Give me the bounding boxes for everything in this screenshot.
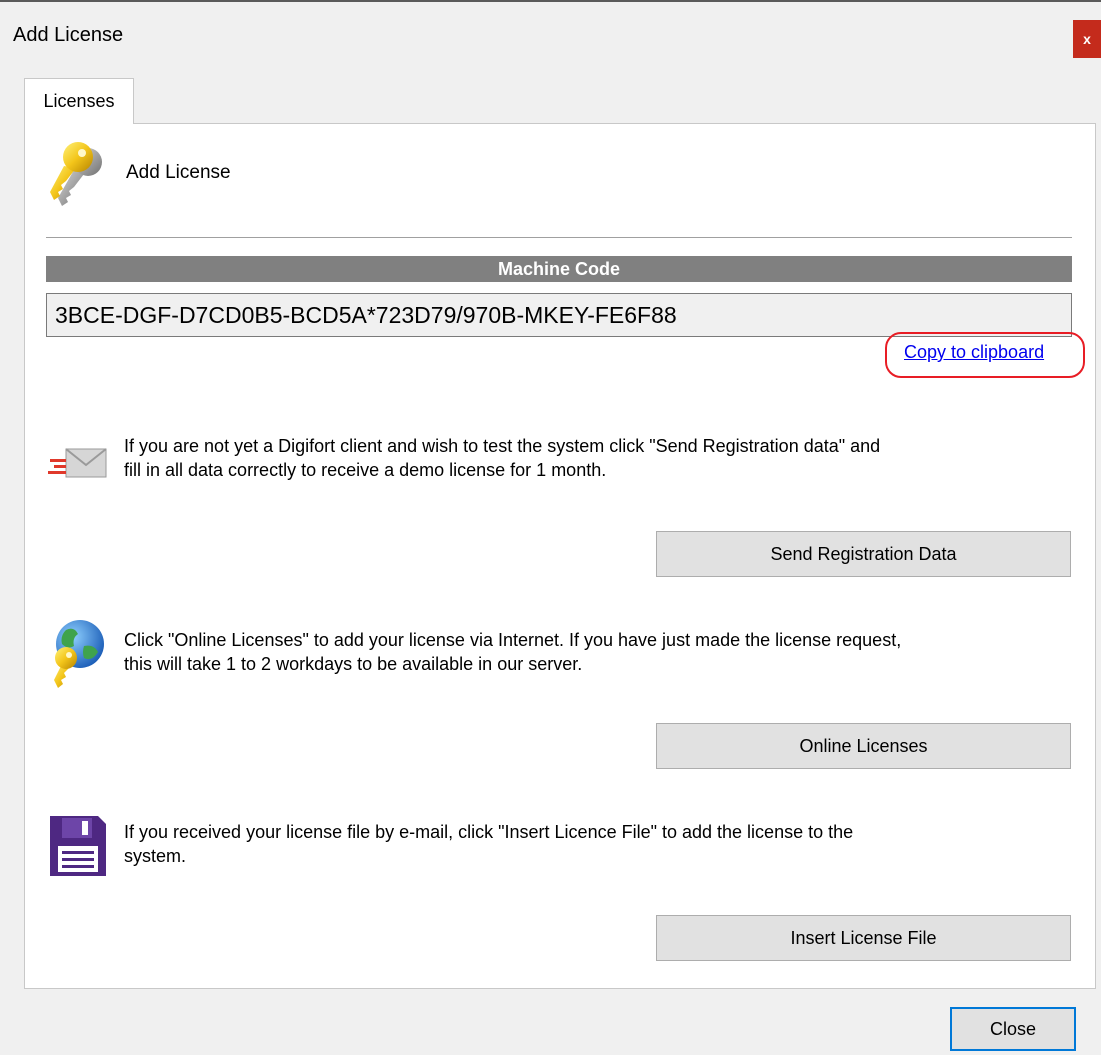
divider bbox=[46, 237, 1072, 238]
insert-license-file-button[interactable]: Insert License File bbox=[656, 915, 1071, 961]
online-licenses-button[interactable]: Online Licenses bbox=[656, 723, 1071, 769]
registration-text: If you are not yet a Digifort client and… bbox=[124, 434, 1064, 482]
file-text-line-2: system. bbox=[124, 846, 187, 866]
online-text: Click "Online Licenses" to add your lice… bbox=[124, 628, 1064, 676]
registration-text-line-1: If you are not yet a Digifort client and… bbox=[124, 436, 881, 456]
registration-text-line-2: fill in all data correctly to receive a … bbox=[124, 460, 607, 480]
header-label: Add License bbox=[126, 162, 231, 183]
tab-licenses[interactable]: Licenses bbox=[24, 78, 134, 124]
window-title: Add License bbox=[13, 24, 124, 46]
title-close-button[interactable]: x bbox=[1073, 20, 1101, 58]
add-license-dialog: Add License x Licenses Add License Machi… bbox=[0, 0, 1101, 1055]
copy-to-clipboard-link[interactable]: Copy to clipboard bbox=[904, 342, 1044, 363]
machine-code-header: Machine Code bbox=[46, 256, 1072, 282]
globe-key-icon bbox=[44, 616, 108, 690]
machine-code-field[interactable]: 3BCE-DGF-D7CD0B5-BCD5A*723D79/970B-MKEY-… bbox=[46, 293, 1072, 337]
online-text-line-2: this will take 1 to 2 workdays to be ava… bbox=[124, 654, 583, 674]
key-icon bbox=[44, 140, 108, 210]
close-button[interactable]: Close bbox=[950, 1007, 1076, 1051]
title-bar: Add License x bbox=[0, 2, 1101, 78]
online-text-line-1: Click "Online Licenses" to add your lice… bbox=[124, 630, 902, 650]
floppy-disk-icon bbox=[48, 814, 108, 878]
send-registration-data-button[interactable]: Send Registration Data bbox=[656, 531, 1071, 577]
file-text-line-1: If you received your license file by e-m… bbox=[124, 822, 854, 842]
file-text: If you received your license file by e-m… bbox=[124, 820, 1064, 868]
mail-icon bbox=[46, 443, 110, 487]
